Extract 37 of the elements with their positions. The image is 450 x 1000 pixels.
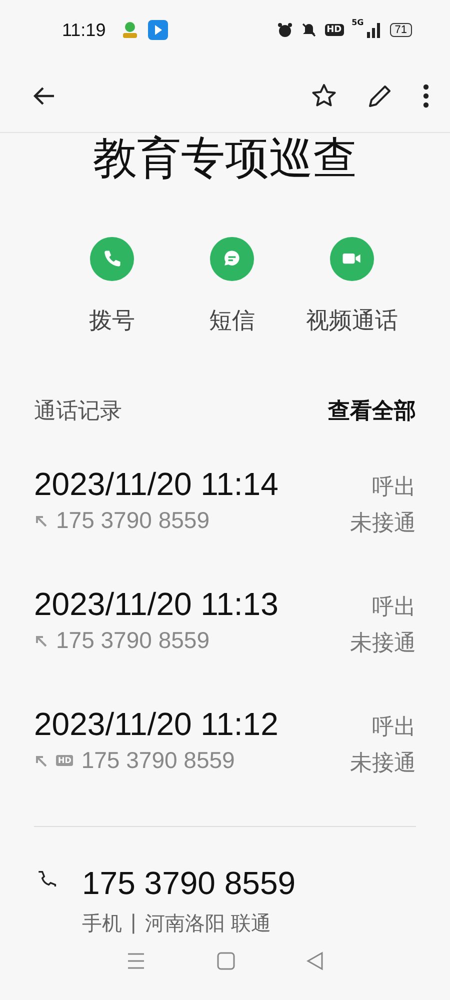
- video-action-button[interactable]: 视频通话: [292, 237, 412, 336]
- call-number: 175 3790 8559: [56, 507, 210, 534]
- app-icon: [148, 20, 168, 40]
- phone-number: 175 3790 8559: [82, 865, 296, 902]
- call-status: 未接通: [350, 750, 416, 778]
- separator: |: [130, 910, 137, 936]
- status-time: 11:19: [62, 20, 106, 40]
- section-title: 通话记录: [34, 398, 122, 426]
- call-number: 175 3790 8559: [81, 747, 235, 774]
- network-label: 5G: [352, 18, 364, 27]
- signal-icon: [366, 22, 382, 38]
- contact-name: 教育专项巡查: [92, 132, 358, 186]
- phone-location: 河南洛阳 联通: [144, 910, 272, 937]
- home-button[interactable]: [216, 951, 236, 971]
- call-number: 175 3790 8559: [56, 627, 210, 654]
- call-datetime: 2023/11/20 11:12: [34, 706, 278, 743]
- hd-badge: HD: [56, 755, 74, 766]
- more-button[interactable]: [422, 82, 430, 110]
- hd-indicator: HD: [324, 24, 344, 36]
- call-type: 呼出: [372, 714, 416, 742]
- message-action-button[interactable]: 短信: [172, 237, 292, 336]
- outgoing-arrow-icon: [34, 634, 48, 648]
- back-nav-button[interactable]: [305, 951, 326, 971]
- call-action-button[interactable]: 拨号: [52, 237, 172, 336]
- alarm-icon: [276, 22, 293, 38]
- outgoing-arrow-icon: [34, 514, 48, 528]
- mute-icon: [300, 22, 317, 38]
- phone-type: 手机: [82, 910, 122, 937]
- call-type: 呼出: [372, 474, 416, 502]
- call-datetime: 2023/11/20 11:14: [34, 466, 278, 503]
- call-status: 未接通: [350, 630, 416, 658]
- battery-indicator: 71: [390, 23, 412, 37]
- outgoing-arrow-icon: [34, 754, 48, 768]
- call-datetime: 2023/11/20 11:13: [34, 586, 278, 623]
- call-type: 呼出: [372, 594, 416, 622]
- call-status: 未接通: [350, 510, 416, 538]
- view-all-link[interactable]: 查看全部: [328, 396, 416, 426]
